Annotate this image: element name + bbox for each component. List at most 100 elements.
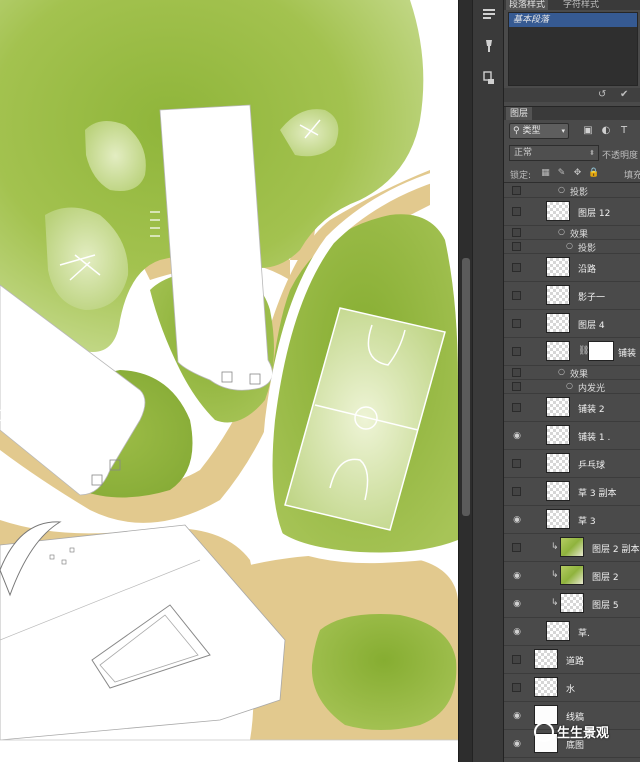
visibility-toggle[interactable] [512, 347, 521, 356]
layer-thumbnail[interactable] [546, 313, 570, 333]
effect-eye-icon[interactable]: ○ [558, 185, 565, 194]
scrollbar-thumb[interactable] [462, 258, 470, 516]
effect-eye-icon[interactable]: ○ [566, 381, 573, 390]
layer-thumbnail[interactable] [546, 257, 570, 277]
visibility-toggle[interactable] [512, 403, 521, 412]
layer-name[interactable]: 图层 12 [578, 206, 610, 219]
layer-thumbnail[interactable] [534, 677, 558, 697]
layer-row[interactable]: ◉ 草 3 [504, 506, 640, 534]
history-icon[interactable] [478, 70, 500, 92]
layer-thumbnail[interactable] [546, 453, 570, 473]
layer-row[interactable]: ◉ ↳ 图层 2 [504, 562, 640, 590]
layer-row[interactable]: 乒乓球 [504, 450, 640, 478]
layer-name[interactable]: 图层 5 [592, 598, 619, 611]
commit-check-icon[interactable]: ✔ [620, 88, 628, 102]
style-item-basic[interactable]: 基本段落 [509, 13, 637, 27]
visibility-toggle[interactable] [512, 207, 521, 216]
layer-name[interactable]: 乒乓球 [578, 458, 605, 471]
layer-row[interactable]: ⛓ 铺装 [504, 338, 640, 366]
layer-row[interactable]: 图层 4 [504, 310, 640, 338]
brush-preset-icon[interactable] [478, 38, 500, 60]
layer-name[interactable]: 铺装 [618, 346, 636, 359]
layer-name[interactable]: 沿路 [578, 262, 596, 275]
eye-icon[interactable]: ◉ [512, 739, 522, 749]
layer-name[interactable]: 图层 4 [578, 318, 605, 331]
layer-name[interactable]: 草. [578, 626, 590, 639]
layer-thumbnail[interactable] [546, 201, 570, 221]
layer-name[interactable]: 道路 [566, 654, 584, 667]
effect-eye-icon[interactable]: ○ [566, 241, 573, 250]
layer-name[interactable]: 铺装 1 . [578, 430, 610, 443]
tab-character-styles[interactable]: 字符样式 [560, 0, 602, 10]
layer-row[interactable]: 影子一 [504, 282, 640, 310]
blend-mode-select[interactable]: 正常 ⬍ [509, 145, 599, 161]
layer-thumbnail[interactable] [560, 565, 584, 585]
visibility-toggle[interactable] [512, 319, 521, 328]
layer-name[interactable]: 影子一 [578, 290, 605, 303]
clear-override-icon[interactable]: ↺ [598, 88, 606, 102]
eye-icon[interactable]: ◉ [512, 711, 522, 721]
visibility-toggle[interactable] [512, 459, 521, 468]
visibility-toggle[interactable] [512, 683, 521, 692]
visibility-toggle[interactable] [512, 186, 521, 195]
layer-row[interactable]: 铺装 2 [504, 394, 640, 422]
layer-thumbnail[interactable] [546, 425, 570, 445]
canvas-vertical-scrollbar[interactable] [458, 0, 472, 762]
lock-all-icon[interactable]: 🔒 [588, 168, 599, 179]
visibility-toggle[interactable] [512, 242, 521, 251]
layer-row[interactable]: 图层 12 [504, 198, 640, 226]
visibility-toggle[interactable] [512, 382, 521, 391]
document-canvas[interactable] [0, 0, 458, 762]
filter-type-layer-icon[interactable]: T [618, 124, 630, 138]
layer-effect-row[interactable]: ○ 效果 [504, 366, 640, 380]
eye-icon[interactable]: ◉ [512, 431, 522, 441]
tab-layers[interactable]: 图层 [506, 107, 533, 121]
layer-effect-row[interactable]: ○ 内发光 [504, 380, 640, 394]
filter-type-select[interactable]: ⚲ 类型 ▾ [509, 123, 569, 139]
layer-thumbnail[interactable] [546, 397, 570, 417]
layer-name[interactable]: 图层 2 副本 [592, 542, 639, 555]
layer-row[interactable]: ◉ 草. [504, 618, 640, 646]
layer-row[interactable]: 道路 [504, 646, 640, 674]
eye-icon[interactable]: ◉ [512, 515, 522, 525]
tab-paragraph-styles[interactable]: 段落样式 [506, 0, 549, 10]
visibility-toggle[interactable] [512, 487, 521, 496]
layer-name[interactable]: 图层 2 [592, 570, 619, 583]
layer-row[interactable]: 水 [504, 674, 640, 702]
layer-thumbnail[interactable] [546, 621, 570, 641]
layer-row[interactable]: 草 3 副本 [504, 478, 640, 506]
lock-position-icon[interactable]: ✥ [572, 168, 583, 179]
lock-paint-icon[interactable]: ✎ [556, 168, 567, 179]
visibility-toggle[interactable] [512, 543, 521, 552]
visibility-toggle[interactable] [512, 228, 521, 237]
effect-eye-icon[interactable]: ○ [558, 227, 565, 236]
layer-row[interactable]: ◉ ↳ 图层 5 [504, 590, 640, 618]
layer-name[interactable]: 草 3 副本 [578, 486, 616, 499]
eye-icon[interactable]: ◉ [512, 599, 522, 609]
layer-row[interactable]: ↳ 图层 2 副本 [504, 534, 640, 562]
layer-effect-row[interactable]: ○ 效果 [504, 226, 640, 240]
visibility-toggle[interactable] [512, 368, 521, 377]
lock-transparency-icon[interactable]: ▦ [540, 168, 551, 179]
visibility-toggle[interactable] [512, 291, 521, 300]
layer-name[interactable]: 草 3 [578, 514, 596, 527]
layer-thumbnail[interactable] [546, 481, 570, 501]
effect-eye-icon[interactable]: ○ [558, 367, 565, 376]
visibility-toggle[interactable] [512, 263, 521, 272]
layer-row[interactable]: 沿路 [504, 254, 640, 282]
eye-icon[interactable]: ◉ [512, 627, 522, 637]
filter-adjustment-icon[interactable]: ◐ [600, 124, 612, 138]
layer-mask-thumbnail[interactable] [588, 341, 614, 361]
layer-name[interactable]: 铺装 2 [578, 402, 605, 415]
layer-thumbnail[interactable] [560, 537, 584, 557]
layer-thumbnail[interactable] [560, 593, 584, 613]
eye-icon[interactable]: ◉ [512, 571, 522, 581]
paragraph-panel-icon[interactable] [478, 6, 500, 28]
layer-thumbnail[interactable] [546, 509, 570, 529]
layer-row[interactable]: ◉ 铺装 1 . [504, 422, 640, 450]
layer-name[interactable]: 水 [566, 682, 575, 695]
filter-pixel-icon[interactable]: ▣ [582, 124, 594, 138]
layer-thumbnail[interactable] [546, 285, 570, 305]
layer-thumbnail[interactable] [534, 649, 558, 669]
visibility-toggle[interactable] [512, 655, 521, 664]
